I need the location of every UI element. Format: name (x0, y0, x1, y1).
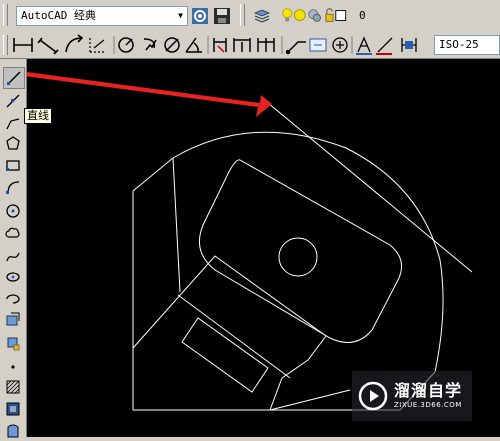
linear-dimension-icon[interactable] (13, 38, 33, 52)
outer-boundary (132, 131, 444, 411)
jogged-dimension-icon[interactable] (143, 38, 157, 51)
gradient-button[interactable] (3, 399, 23, 419)
dimension-style-value: ISO-25 (439, 38, 479, 51)
layer-name: 0 (359, 9, 366, 22)
dimension-tools (13, 34, 417, 55)
region-button[interactable] (3, 421, 23, 441)
line-tool-button[interactable] (3, 67, 25, 89)
dimension-edit-icon[interactable] (356, 36, 372, 55)
polygon-icon (6, 136, 20, 150)
dimension-style-select[interactable]: ISO-25 (434, 35, 500, 55)
point-button[interactable] (3, 357, 23, 377)
watermark: 溜溜自学 ZIXUE.3D66.COM (352, 371, 472, 421)
center-hole (278, 237, 318, 277)
quick-dimension-icon[interactable] (213, 38, 227, 53)
toolbar-grip[interactable] (3, 4, 8, 26)
circle-button[interactable] (3, 201, 23, 221)
rounded-slot (199, 159, 403, 343)
line-tooltip: 直线 (24, 108, 52, 124)
spline-button[interactable] (3, 247, 23, 267)
diameter-dimension-icon[interactable] (164, 37, 180, 53)
ellipse-icon (6, 272, 20, 282)
hatch-button[interactable] (3, 377, 23, 397)
polyline-icon (6, 118, 20, 130)
line-icon (7, 71, 21, 85)
dimension-update-icon[interactable] (401, 38, 417, 52)
insert-block-button[interactable] (3, 309, 23, 329)
radius-dimension-icon[interactable] (118, 37, 134, 53)
rectangle-icon (6, 160, 20, 171)
dimension-text-edit-icon[interactable] (376, 37, 393, 55)
workspace-select-value: AutoCAD 经典 (21, 9, 96, 22)
tolerance-icon[interactable] (309, 38, 327, 52)
revision-cloud-icon (5, 227, 20, 238)
draw-toolbar (0, 59, 27, 438)
baseline-dimension-icon[interactable] (233, 38, 251, 52)
hatch-icon (6, 380, 20, 394)
insert-block-icon (6, 312, 20, 326)
red-arrow (17, 71, 272, 117)
ordinate-dimension-icon[interactable] (89, 38, 106, 53)
construction-line-button[interactable] (3, 91, 23, 111)
workspace-toolbar: AutoCAD 经典 ▼ 0 (0, 0, 500, 33)
arc-length-icon[interactable] (65, 34, 84, 53)
workspace-select[interactable]: AutoCAD 经典 ▼ (16, 6, 188, 26)
aligned-dimension-icon[interactable] (37, 37, 59, 55)
ellipse-button[interactable] (3, 267, 23, 287)
revision-cloud-button[interactable] (3, 223, 23, 243)
toolbar-grip[interactable] (240, 4, 245, 26)
make-block-icon (7, 337, 20, 351)
gradient-icon (6, 402, 20, 416)
block-bottom (269, 389, 351, 411)
layer-control[interactable]: 0 (276, 6, 500, 26)
watermark-url: ZIXUE.3D66.COM (394, 401, 462, 409)
layer-state-icons (282, 8, 347, 22)
block-edge (177, 294, 291, 379)
ellipse-arc-button[interactable] (3, 289, 23, 309)
watermark-brand: 溜溜自学 (394, 381, 463, 400)
arc-icon (6, 181, 20, 194)
toolbar-grip[interactable] (3, 35, 8, 55)
chevron-down-icon[interactable]: ▼ (174, 7, 187, 25)
arc-button[interactable] (3, 177, 23, 197)
rectangle-button[interactable] (3, 155, 23, 175)
save-workspace-button[interactable] (212, 6, 232, 26)
make-block-button[interactable] (3, 333, 23, 353)
polygon-button[interactable] (3, 133, 23, 153)
slot-rectangle (181, 317, 269, 393)
continue-dimension-icon[interactable] (257, 38, 275, 52)
play-logo-icon (358, 381, 388, 411)
angular-dimension-icon[interactable] (185, 37, 202, 53)
quick-leader-icon[interactable] (285, 41, 307, 55)
layer-manager-button[interactable] (252, 6, 272, 26)
polyline-button[interactable] (3, 113, 23, 133)
circle-icon (6, 204, 20, 218)
boundary-inner-line (172, 157, 181, 293)
save-icon (214, 8, 230, 24)
gear-icon (192, 8, 208, 24)
layers-icon (253, 9, 271, 23)
construction-line-icon (6, 94, 20, 108)
ellipse-arc-icon (6, 294, 20, 304)
dimension-toolbar: ISO-25 (0, 32, 500, 59)
spline-icon (6, 252, 20, 262)
tangent-line (267, 102, 473, 273)
center-mark-icon[interactable] (332, 37, 348, 53)
workspace-settings-button[interactable] (190, 6, 210, 26)
point-icon (11, 365, 15, 369)
